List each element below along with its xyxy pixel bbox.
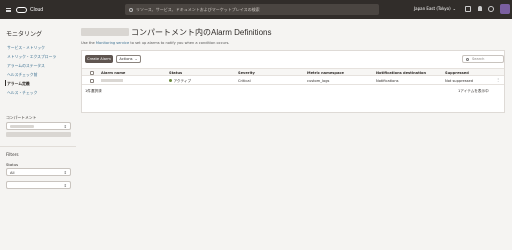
search-icon bbox=[129, 7, 133, 12]
actions-label: Actions bbox=[119, 57, 133, 61]
search-placeholder: リソース、サービス、ドキュメントおよびマーケットプレイスの検索 bbox=[136, 6, 260, 12]
filters-heading: Filters bbox=[6, 152, 19, 157]
compartment-select[interactable]: ⇕ bbox=[6, 122, 71, 130]
chevron-down-icon: ⌄ bbox=[134, 57, 138, 61]
compartment-name-redacted bbox=[81, 28, 129, 36]
region-label: Japan East (Tokyo) bbox=[414, 6, 451, 11]
desc-suffix: to set up alarms to notify you when a co… bbox=[130, 41, 230, 45]
sidebar-item-service-metrics[interactable]: サービス・メトリック bbox=[7, 45, 45, 51]
chevron-updown-icon: ⇕ bbox=[63, 124, 67, 129]
oracle-cloud-logo[interactable]: Cloud bbox=[16, 6, 44, 13]
create-alarm-button[interactable]: Create Alarm bbox=[85, 55, 113, 63]
row-actions-kebab-icon[interactable]: ⋮ bbox=[496, 77, 500, 82]
status-filter-value: All bbox=[10, 170, 15, 175]
monitoring-service-link[interactable]: Monitoring service bbox=[96, 41, 129, 45]
column-header-status[interactable]: Status bbox=[169, 71, 182, 75]
help-icon[interactable] bbox=[488, 6, 494, 12]
brand-text: Cloud bbox=[30, 6, 44, 13]
status-cell: アクティブ bbox=[169, 79, 191, 84]
status-filter-label: Status bbox=[6, 162, 19, 167]
items-count: 1アイテムを表示中 bbox=[458, 89, 489, 93]
actions-dropdown-button[interactable]: Actions ⌄ bbox=[116, 55, 141, 63]
status-filter-select[interactable]: All ⇕ bbox=[6, 168, 71, 176]
oracle-logo-icon bbox=[16, 6, 27, 13]
column-header-notifications-destination[interactable]: Notifications destination bbox=[376, 71, 426, 75]
top-navigation-bar: Cloud リソース、サービス、ドキュメントおよびマーケットプレイスの検索 Ja… bbox=[0, 0, 512, 19]
notification-bell-icon[interactable] bbox=[477, 6, 483, 12]
severity-cell: Critical bbox=[238, 78, 251, 83]
menu-icon[interactable] bbox=[6, 7, 11, 12]
row-checkbox[interactable] bbox=[90, 78, 94, 83]
sidebar-item-health-checks[interactable]: ヘルス・チェック bbox=[7, 90, 37, 96]
page-title: コンパートメント内のAlarm Definitions bbox=[131, 28, 272, 37]
sidebar-title: モニタリング bbox=[6, 31, 43, 38]
table-header: Alarm name Status Severity Metric namesp… bbox=[82, 68, 504, 76]
table-search-placeholder: Search bbox=[472, 57, 485, 61]
table-search-input[interactable]: Search bbox=[462, 55, 504, 63]
compartment-path-redacted bbox=[6, 132, 71, 137]
table-row[interactable]: アクティブ Critical custom_logs Notifications… bbox=[82, 76, 504, 85]
cloud-shell-icon[interactable] bbox=[465, 6, 471, 12]
column-header-suppressed[interactable]: Suppressed bbox=[445, 71, 469, 75]
namespace-cell: custom_logs bbox=[307, 78, 330, 83]
sidebar-item-alarm-definitions[interactable]: アラーム定義 bbox=[7, 81, 30, 87]
main-content: コンパートメント内のAlarm Definitions Use the Moni… bbox=[76, 19, 512, 250]
compartment-value-redacted bbox=[10, 125, 34, 128]
active-status-dot bbox=[169, 79, 172, 82]
desc-prefix: Use the bbox=[81, 41, 95, 45]
divider bbox=[0, 146, 76, 147]
sidebar: モニタリング サービス・メトリック メトリック・エクスプローラ アラームのステー… bbox=[0, 19, 76, 250]
destination-cell: Notifications bbox=[376, 78, 399, 83]
chevron-updown-icon: ⇕ bbox=[63, 170, 67, 175]
column-header-severity[interactable]: Severity bbox=[238, 71, 255, 75]
region-selector[interactable]: Japan East (Tokyo) ⌄ bbox=[414, 6, 456, 11]
sidebar-item-metrics-explorer[interactable]: メトリック・エクスプローラ bbox=[7, 54, 56, 60]
sidebar-item-alarm-status[interactable]: アラームのステータス bbox=[7, 63, 45, 69]
profile-avatar[interactable] bbox=[500, 4, 510, 14]
alarm-table-card: Create Alarm Actions ⌄ Search Alarm name… bbox=[81, 50, 505, 113]
column-header-metric-namespace[interactable]: Metric namespace bbox=[307, 71, 344, 75]
active-indicator bbox=[5, 80, 6, 86]
chevron-down-icon: ⌄ bbox=[452, 6, 457, 11]
search-icon bbox=[466, 57, 469, 61]
suppressed-cell: Not suppressed bbox=[445, 78, 473, 83]
page-description: Use the Monitoring service to set up ala… bbox=[81, 41, 229, 45]
selected-count: 1件選択済 bbox=[85, 89, 102, 93]
sidebar-item-health-check-pre[interactable]: ヘルスチェック前 bbox=[7, 72, 37, 78]
status-text: アクティブ bbox=[173, 78, 192, 83]
column-header-alarm-name[interactable]: Alarm name bbox=[101, 71, 125, 75]
compartment-label: コンパートメント bbox=[6, 115, 37, 120]
select-all-checkbox[interactable] bbox=[90, 70, 94, 75]
chevron-updown-icon: ⇕ bbox=[63, 183, 67, 188]
global-search-input[interactable]: リソース、サービス、ドキュメントおよびマーケットプレイスの検索 bbox=[125, 4, 379, 15]
alarm-name-redacted[interactable] bbox=[101, 79, 123, 82]
secondary-filter-select[interactable]: ⇕ bbox=[6, 181, 71, 189]
